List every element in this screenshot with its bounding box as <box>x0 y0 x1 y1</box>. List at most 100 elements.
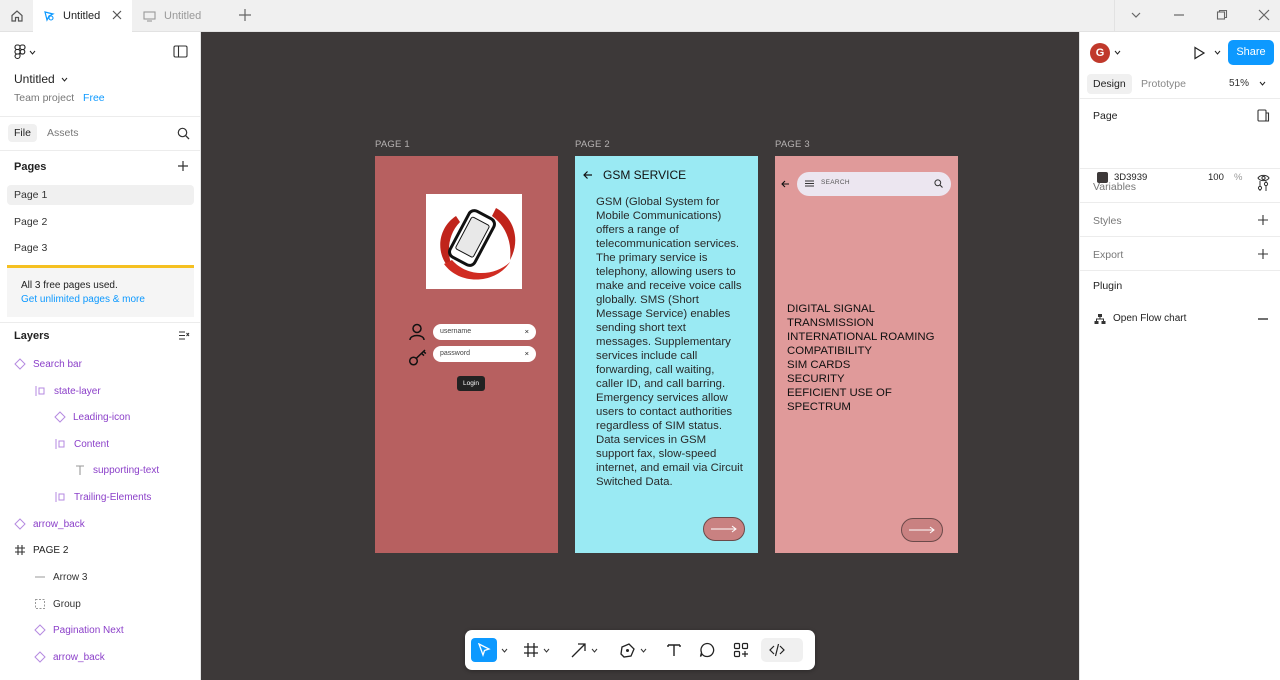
chevron-down-icon[interactable] <box>1130 9 1142 21</box>
tab-prototype[interactable]: Prototype <box>1141 78 1186 90</box>
arrow-back-icon[interactable] <box>583 170 593 180</box>
actions-tool[interactable] <box>733 638 749 662</box>
frame-page-1[interactable]: username × password × Login <box>375 156 558 553</box>
layer-label: arrow_back <box>53 651 105 663</box>
pagination-next-button[interactable] <box>703 517 745 541</box>
auto-layout-icon <box>55 492 65 502</box>
window-controls <box>1114 0 1280 32</box>
chevron-down-icon[interactable] <box>501 638 508 662</box>
comment-tool[interactable] <box>699 638 715 662</box>
search-icon[interactable] <box>934 179 943 188</box>
collapse-layers-icon[interactable] <box>178 330 190 341</box>
chevron-down-icon <box>1259 81 1266 86</box>
password-field[interactable]: password × <box>433 346 536 362</box>
remove-plugin-icon[interactable] <box>1257 317 1269 321</box>
layer-arrow-back[interactable]: arrow_back <box>14 514 85 534</box>
tab-file[interactable]: File <box>8 124 37 142</box>
layer-leading-icon[interactable]: Leading-icon <box>54 407 130 427</box>
main-menu-button[interactable] <box>14 44 36 60</box>
close-window-icon[interactable] <box>1258 9 1270 21</box>
tab-untitled[interactable]: Untitled <box>133 0 231 32</box>
right-panel-tabs: Design Prototype 51% <box>1080 71 1280 99</box>
page-limit-text: All 3 free pages used. <box>21 280 118 291</box>
frame-label-page-3[interactable]: PAGE 3 <box>775 139 810 150</box>
chevron-down-icon <box>61 77 68 82</box>
frame-label-page-2[interactable]: PAGE 2 <box>575 139 610 150</box>
present-button[interactable] <box>1192 46 1206 60</box>
chevron-down-icon <box>29 50 36 55</box>
frame-label-page-1[interactable]: PAGE 1 <box>375 139 410 150</box>
team-info: Team project Free <box>14 92 105 104</box>
upgrade-link[interactable]: Get unlimited pages & more <box>21 294 145 305</box>
zoom-control[interactable]: 51% <box>1229 78 1266 89</box>
clear-username-icon[interactable]: × <box>525 324 529 340</box>
feature-line: SECURITY <box>787 373 845 385</box>
feature-line: INTERNATIONAL ROAMING <box>787 331 935 343</box>
layer-arrow-back-2[interactable]: arrow_back <box>34 647 105 667</box>
layer-trailing-elements[interactable]: Trailing-Elements <box>54 487 151 507</box>
dev-mode-toggle[interactable] <box>761 638 803 662</box>
layer-state-layer[interactable]: state-layer <box>34 381 101 401</box>
styles-title: Styles <box>1093 215 1122 227</box>
arrow-icon <box>571 642 586 657</box>
plugin-open-flow-chart[interactable]: Open Flow chart <box>1113 313 1186 324</box>
shape-tool[interactable] <box>570 638 598 662</box>
tab-design[interactable]: Design <box>1087 74 1132 94</box>
add-page-icon[interactable] <box>177 160 189 172</box>
avatar[interactable]: G <box>1090 43 1110 63</box>
add-export-icon[interactable] <box>1257 248 1269 260</box>
layer-group[interactable]: Group <box>34 594 81 614</box>
login-button[interactable]: Login <box>457 376 485 391</box>
layer-search-bar[interactable]: Search bar <box>14 354 82 374</box>
minimize-icon[interactable] <box>1173 9 1185 21</box>
layer-pagination-next[interactable]: Pagination Next <box>34 620 124 640</box>
user-icon <box>408 323 426 341</box>
chevron-down-icon[interactable] <box>1114 50 1121 55</box>
left-panel: Untitled Team project Free File Assets P… <box>0 32 201 680</box>
frame-page-2[interactable]: GSM SERVICE GSM (Global System for Mobil… <box>575 156 758 553</box>
close-icon[interactable] <box>112 10 122 20</box>
feature-list: DIGITAL SIGNAL TRANSMISSION INTERNATIONA… <box>787 302 934 414</box>
page-item-2[interactable]: Page 2 <box>7 212 194 232</box>
layer-label: Pagination Next <box>53 624 124 636</box>
frame-icon <box>15 545 25 555</box>
frame-page-3[interactable]: SEARCH DIGITAL SIGNAL TRANSMISSION INTER… <box>775 156 958 553</box>
menu-icon[interactable] <box>805 180 814 187</box>
text-tool[interactable] <box>666 638 682 662</box>
layer-supporting-text[interactable]: supporting-text <box>74 460 159 480</box>
layer-arrow-3[interactable]: Arrow 3 <box>34 567 87 587</box>
component-icon <box>34 651 46 663</box>
toggle-sidebar-icon[interactable] <box>173 45 188 58</box>
variables-settings-icon[interactable] <box>1257 180 1269 192</box>
username-field[interactable]: username × <box>433 324 536 340</box>
search-icon[interactable] <box>177 127 190 140</box>
chevron-down-icon[interactable] <box>1214 50 1221 55</box>
tab-untitled-active[interactable]: Untitled <box>33 0 132 32</box>
zoom-level: 51% <box>1229 78 1250 89</box>
pagination-next-button[interactable] <box>901 518 943 542</box>
password-placeholder: password <box>440 350 470 357</box>
move-tool[interactable] <box>471 638 497 662</box>
tab-assets[interactable]: Assets <box>47 127 79 139</box>
add-style-icon[interactable] <box>1257 214 1269 226</box>
feature-line: SPECTRUM <box>787 401 851 413</box>
layer-content[interactable]: Content <box>54 434 109 454</box>
page-item-3[interactable]: Page 3 <box>7 238 194 258</box>
home-icon[interactable] <box>0 0 33 32</box>
arrow-back-icon[interactable] <box>781 180 790 188</box>
styles-section: Styles <box>1080 203 1280 237</box>
share-button[interactable]: Share <box>1228 40 1274 65</box>
feature-line: EEFICIENT USE OF <box>787 387 892 399</box>
search-bar[interactable]: SEARCH <box>797 172 951 196</box>
canvas[interactable]: PAGE 1 PAGE 2 PAGE 3 username × password… <box>201 32 1079 680</box>
new-tab-icon[interactable] <box>238 8 252 22</box>
plan-badge[interactable]: Free <box>83 92 105 104</box>
restore-icon[interactable] <box>1216 9 1228 21</box>
pen-tool[interactable] <box>619 638 647 662</box>
frame-tool[interactable] <box>523 638 550 662</box>
layer-page-2[interactable]: PAGE 2 <box>14 540 68 560</box>
clear-password-icon[interactable]: × <box>525 346 529 362</box>
file-title[interactable]: Untitled <box>14 72 68 86</box>
page-item-1[interactable]: Page 1 <box>7 185 194 205</box>
page-settings-icon[interactable] <box>1257 109 1270 122</box>
